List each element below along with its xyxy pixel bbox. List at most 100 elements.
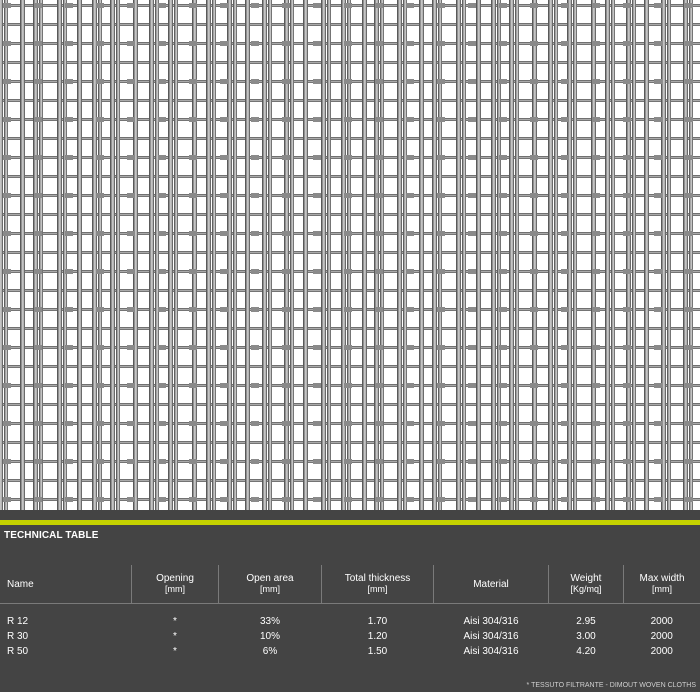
wire-knuckle <box>592 497 600 502</box>
wire-knuckle <box>406 3 414 8</box>
warp-wire <box>438 0 442 510</box>
wire-knuckle <box>375 421 383 426</box>
wire-knuckle <box>65 421 73 426</box>
column-header-opening: Opening [mm] <box>131 565 219 604</box>
wire-knuckle <box>437 421 445 426</box>
wire-knuckle <box>65 307 73 312</box>
warp-wire <box>341 0 346 510</box>
wire-knuckle <box>3 117 11 122</box>
wire-knuckle <box>344 497 352 502</box>
wire-knuckle <box>592 383 600 388</box>
wire-knuckle <box>127 41 135 46</box>
wire-knuckle <box>499 383 507 388</box>
wire-knuckle <box>96 193 104 198</box>
wire-knuckle <box>654 307 662 312</box>
wire-knuckle <box>158 421 166 426</box>
warp-wire <box>632 0 636 510</box>
wire-knuckle <box>3 345 11 350</box>
wire-knuckle <box>530 193 538 198</box>
wire-knuckle <box>499 3 507 8</box>
warp-wire <box>212 0 216 510</box>
wire-knuckle <box>96 459 104 464</box>
wire-knuckle <box>499 79 507 84</box>
wire-knuckle <box>127 459 135 464</box>
warp-wire <box>268 0 272 510</box>
warp-wire <box>626 0 631 510</box>
wire-knuckle <box>530 3 538 8</box>
wire-knuckle <box>189 41 197 46</box>
cell-weight: 3.00 <box>576 630 596 642</box>
wire-knuckle <box>592 421 600 426</box>
warp-wire <box>0 0 3 510</box>
wire-knuckle <box>561 3 569 8</box>
wire-knuckle <box>437 117 445 122</box>
wire-knuckle <box>34 41 42 46</box>
wire-knuckle <box>437 269 445 274</box>
wire-knuckle <box>251 193 259 198</box>
wire-knuckle <box>251 41 259 46</box>
wire-knuckle <box>65 79 73 84</box>
wire-knuckle <box>3 41 11 46</box>
wire-knuckle <box>437 345 445 350</box>
wire-knuckle <box>65 3 73 8</box>
column-header-weight: Weight [Kg/mq] <box>548 565 624 604</box>
wire-knuckle <box>406 41 414 46</box>
wire-knuckle <box>623 459 631 464</box>
wire-knuckle <box>251 269 259 274</box>
wire-knuckle <box>685 3 693 8</box>
warp-wire <box>57 0 62 510</box>
wire-knuckle <box>468 269 476 274</box>
wire-knuckle <box>127 3 135 8</box>
warp-wire <box>515 0 519 510</box>
wire-knuckle <box>685 79 693 84</box>
wire-knuckle <box>375 231 383 236</box>
wire-knuckle <box>406 155 414 160</box>
wire-knuckle <box>437 79 445 84</box>
wire-knuckle <box>468 117 476 122</box>
wire-knuckle <box>282 41 290 46</box>
wire-knuckle <box>344 383 352 388</box>
cell-material: Aisi 304/316 <box>463 615 519 627</box>
wire-knuckle <box>530 345 538 350</box>
wire-knuckle <box>592 117 600 122</box>
warp-wire <box>591 0 596 510</box>
wire-knuckle <box>96 345 104 350</box>
warp-wire <box>245 0 250 510</box>
wire-knuckle <box>189 269 197 274</box>
wire-knuckle <box>3 79 11 84</box>
wire-knuckle <box>530 41 538 46</box>
cell-total-thickness: 1.20 <box>367 630 388 642</box>
wire-knuckle <box>344 421 352 426</box>
wire-knuckle <box>220 345 228 350</box>
wire-knuckle <box>96 155 104 160</box>
wire-knuckle <box>34 3 42 8</box>
wire-knuckle <box>499 269 507 274</box>
wire-knuckle <box>3 383 11 388</box>
wire-knuckle <box>375 41 383 46</box>
wire-knuckle <box>220 117 228 122</box>
wire-knuckle <box>561 459 569 464</box>
wire-knuckle <box>313 41 321 46</box>
warp-wire <box>33 0 38 510</box>
wire-knuckle <box>623 41 631 46</box>
wire-knuckle <box>313 79 321 84</box>
wire-knuckle <box>313 345 321 350</box>
wire-knuckle <box>282 269 290 274</box>
wire-knuckle <box>3 155 11 160</box>
wire-knuckle <box>375 307 383 312</box>
warp-wire <box>98 0 102 510</box>
warp-wire <box>432 0 437 510</box>
wire-knuckle <box>127 345 135 350</box>
column-header-material: Material <box>433 565 549 604</box>
warp-wire <box>554 0 558 510</box>
wire-knuckle <box>468 383 476 388</box>
wire-knuckle <box>127 307 135 312</box>
technical-table: Name Opening [mm] Open area [mm] Total t… <box>0 565 700 659</box>
warp-wire <box>133 0 138 510</box>
column-header-open-area: Open area [mm] <box>218 565 322 604</box>
warp-wire <box>683 0 688 510</box>
wire-knuckle <box>654 155 662 160</box>
wire-knuckle <box>623 269 631 274</box>
warp-wire <box>227 0 232 510</box>
wire-knuckle <box>654 421 662 426</box>
